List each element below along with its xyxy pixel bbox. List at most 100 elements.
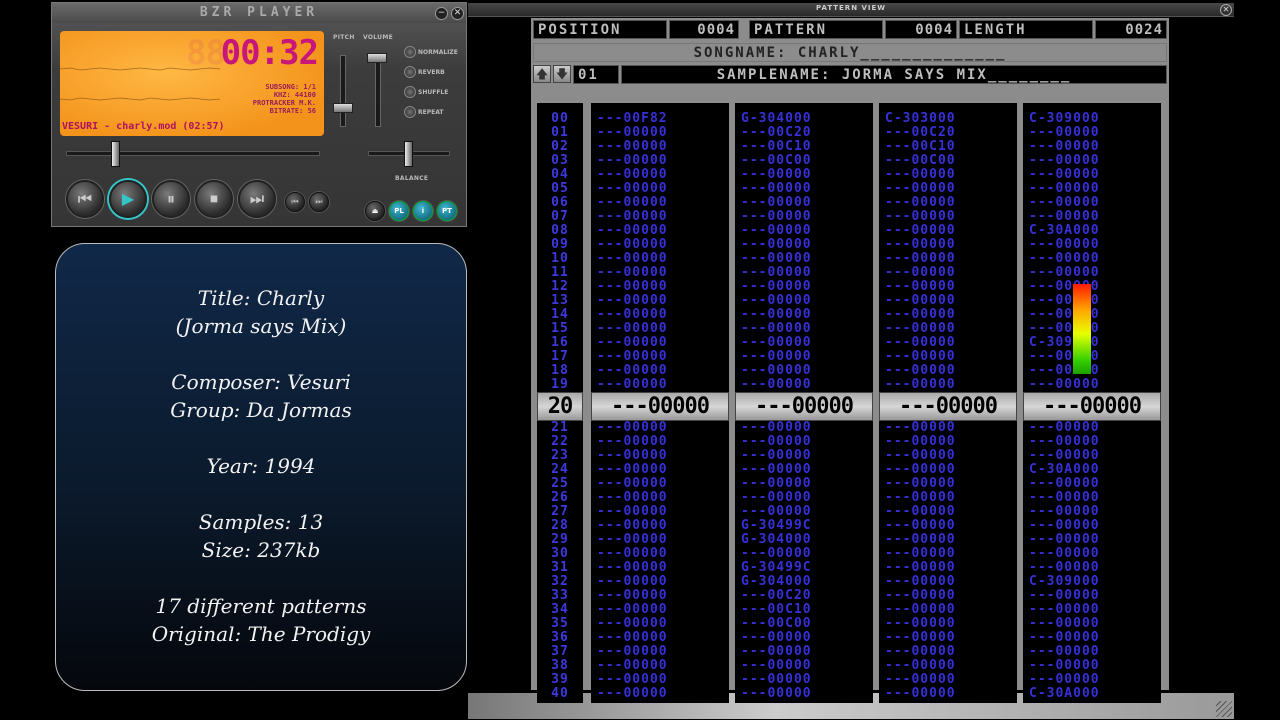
pattern-cell[interactable]: ---00000 — [591, 350, 729, 364]
pattern-cell[interactable]: ---00000 — [879, 308, 1017, 322]
pattern-cell[interactable]: ---00000 — [1023, 519, 1161, 533]
pattern-cell[interactable]: ---00000 — [591, 378, 729, 392]
pattern-cell[interactable]: ---00000 — [1023, 182, 1161, 196]
pattern-cell[interactable]: ---00000 — [1023, 421, 1161, 435]
pattern-cell[interactable]: ---00C00 — [879, 154, 1017, 168]
pattern-cell[interactable]: ---00000 — [591, 575, 729, 589]
pattern-cell[interactable]: ---00000 — [1023, 168, 1161, 182]
pattern-cell[interactable]: ---00000 — [735, 421, 873, 435]
pattern-cell[interactable]: ---00000 — [1023, 140, 1161, 154]
pattern-cell[interactable]: C-309000 — [1023, 336, 1161, 350]
pattern-cell[interactable]: ---00000 — [1023, 210, 1161, 224]
pattern-cell[interactable]: ---00000 — [591, 126, 729, 140]
pattern-cell[interactable]: ---00000 — [735, 435, 873, 449]
pattern-cell[interactable]: ---00000 — [735, 294, 873, 308]
pattern-cell[interactable]: ---00000 — [1023, 603, 1161, 617]
pattern-cell[interactable]: ---00000 — [591, 589, 729, 603]
pattern-cell[interactable]: ---00000 — [1023, 659, 1161, 673]
pattern-cell[interactable]: ---00000 — [591, 477, 729, 491]
info-icon[interactable]: i — [413, 201, 433, 221]
pattern-cell[interactable]: ---00000 — [879, 659, 1017, 673]
pattern-cell[interactable]: ---00000 — [879, 673, 1017, 687]
pattern-cell[interactable]: ---00000 — [591, 463, 729, 477]
pattern-cell[interactable]: ---00000 — [879, 266, 1017, 280]
pitch-slider-track[interactable] — [340, 55, 346, 127]
pattern-cell[interactable]: ---00000 — [591, 421, 729, 435]
pattern-cell[interactable]: ---00000 — [735, 266, 873, 280]
pattern-cell[interactable]: ---00000 — [1023, 308, 1161, 322]
pattern-cell[interactable]: ---00000 — [591, 561, 729, 575]
pattern-cell[interactable]: ---00000 — [1023, 364, 1161, 378]
pattern-cell[interactable]: ---00000 — [591, 308, 729, 322]
previous-button[interactable]: ⏮ — [66, 180, 104, 218]
pattern-cell[interactable]: ---00C20 — [735, 589, 873, 603]
repeat-toggle[interactable] — [404, 106, 416, 118]
next-button[interactable]: ⏭ — [238, 180, 276, 218]
pattern-cell[interactable]: ---00000 — [1023, 505, 1161, 519]
pattern-cell[interactable]: ---00000 — [591, 266, 729, 280]
pattern-cell[interactable]: ---00000 — [879, 645, 1017, 659]
pattern-cell[interactable]: ---00000 — [735, 659, 873, 673]
shuffle-toggle[interactable] — [404, 86, 416, 98]
close-button[interactable]: ✕ — [451, 7, 464, 20]
pattern-cell[interactable]: ---00000 — [1023, 617, 1161, 631]
play-button[interactable]: ▶ — [109, 180, 147, 218]
pattern-cell[interactable]: ---00C20 — [735, 126, 873, 140]
normalize-toggle[interactable] — [404, 46, 416, 58]
pattern-cell[interactable]: ---00000 — [879, 575, 1017, 589]
pattern-cell[interactable]: ---00000 — [879, 561, 1017, 575]
pattern-cell[interactable]: ---00000 — [735, 547, 873, 561]
pattern-cell[interactable]: ---00000 — [879, 477, 1017, 491]
pattern-cell[interactable]: ---00000 — [735, 491, 873, 505]
pattern-cell[interactable]: ---00000 — [879, 364, 1017, 378]
pattern-cell[interactable]: ---00000 — [879, 547, 1017, 561]
pattern-cell[interactable]: ---00000 — [1023, 449, 1161, 463]
pattern-cell[interactable]: ---00000 — [1023, 673, 1161, 687]
pattern-cell[interactable]: ---00000 — [1023, 491, 1161, 505]
pattern-cell[interactable]: G-304000 — [735, 575, 873, 589]
pattern-cell[interactable]: ---00000 — [591, 449, 729, 463]
pattern-cell[interactable]: ---00000 — [879, 168, 1017, 182]
pattern-cell[interactable]: ---00000 — [735, 182, 873, 196]
pattern-cell[interactable]: ---00000 — [1023, 378, 1161, 392]
pattern-cell[interactable]: ---00C20 — [879, 126, 1017, 140]
pattern-cell[interactable]: ---00000 — [1023, 126, 1161, 140]
playlist-button[interactable]: PL — [389, 201, 409, 221]
pattern-cell[interactable]: ---00000 — [879, 280, 1017, 294]
pattern-cell[interactable]: ---00000 — [591, 336, 729, 350]
pattern-cell[interactable]: ---00000 — [879, 491, 1017, 505]
pattern-cell[interactable]: ---00000 — [735, 196, 873, 210]
seek-knob[interactable] — [111, 141, 121, 167]
pattern-cell[interactable]: C-309000 — [1023, 112, 1161, 126]
pattern-cell[interactable]: ---00000 — [879, 378, 1017, 392]
pattern-cell[interactable]: ---00000 — [1023, 154, 1161, 168]
pattern-cell[interactable]: ---00000 — [591, 210, 729, 224]
pattern-cell[interactable]: ---00000 — [591, 196, 729, 210]
pattern-cell[interactable]: C-303000 — [879, 112, 1017, 126]
pattern-cell[interactable]: ---00000 — [735, 238, 873, 252]
close-icon[interactable]: ✕ — [1220, 4, 1232, 16]
reverb-toggle[interactable] — [404, 66, 416, 78]
pattern-cell[interactable]: ---00000 — [735, 687, 873, 701]
pattern-cell[interactable]: ---00000 — [735, 252, 873, 266]
pattern-cell[interactable]: ---00000 — [879, 505, 1017, 519]
pattern-cell[interactable]: ---00000 — [1023, 547, 1161, 561]
pattern-cell[interactable]: ---00C00 — [735, 617, 873, 631]
pattern-cell[interactable]: ---00000 — [591, 603, 729, 617]
sample-up-button[interactable]: 🡅 — [533, 65, 551, 83]
pattern-cell[interactable]: ---00000 — [591, 294, 729, 308]
pattern-cell[interactable]: ---00000 — [735, 631, 873, 645]
pattern-cell[interactable]: ---00000 — [591, 154, 729, 168]
next-subsong-button[interactable]: ⏭ — [309, 192, 329, 212]
pattern-cell[interactable]: ---00000 — [879, 631, 1017, 645]
pause-button[interactable]: ⏸ — [152, 180, 190, 218]
pattern-cell[interactable]: ---00000 — [879, 350, 1017, 364]
pattern-cell[interactable]: ---00000 — [1023, 631, 1161, 645]
pattern-cell[interactable]: ---00000 — [735, 280, 873, 294]
pattern-cell[interactable]: ---00000 — [1023, 350, 1161, 364]
pattern-cell[interactable]: ---00F82 — [591, 112, 729, 126]
pattern-cell[interactable]: G-30499C — [735, 519, 873, 533]
pattern-cell[interactable]: ---00000 — [879, 182, 1017, 196]
pattern-cell[interactable]: ---00000 — [1023, 196, 1161, 210]
pattern-view-titlebar[interactable]: PATTERN VIEW ✕ — [468, 3, 1234, 17]
